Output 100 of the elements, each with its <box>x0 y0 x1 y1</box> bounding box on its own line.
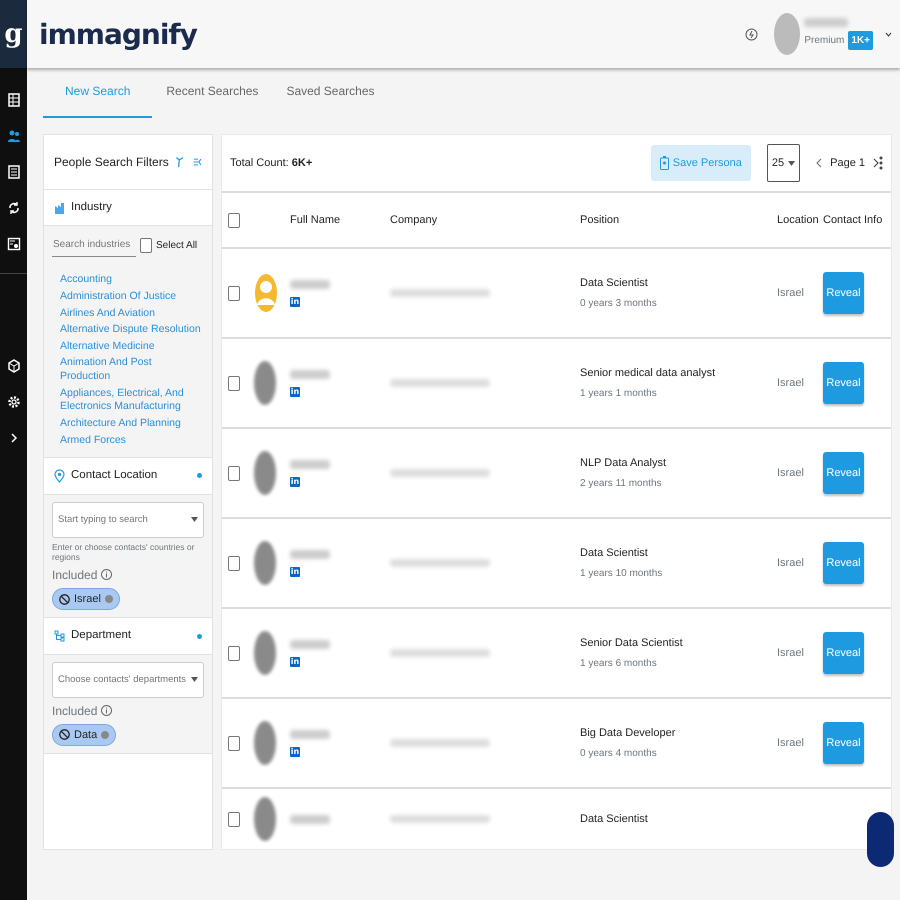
linkedin-icon[interactable]: in <box>290 566 300 576</box>
location-pin-icon <box>54 468 65 483</box>
industry-link[interactable]: Appliances, Electrical, And Electronics Manufacturing <box>52 386 204 414</box>
save-persona-button[interactable]: Save Persona <box>650 145 751 181</box>
linkedin-icon[interactable]: in <box>290 296 300 306</box>
photo-placeholder <box>254 797 276 841</box>
dropdown-field[interactable]: Start typing to search <box>52 502 204 538</box>
hierarchy-icon <box>54 630 65 642</box>
contact-card-icon[interactable] <box>6 237 20 251</box>
tab[interactable]: New Search <box>43 68 152 118</box>
logo: g <box>0 0 27 68</box>
location-text: Israel <box>777 556 805 571</box>
more-icon[interactable] <box>879 156 883 170</box>
people-icon[interactable] <box>6 129 20 143</box>
caret-icon <box>788 160 796 166</box>
sync-icon[interactable] <box>6 201 20 215</box>
row-checkbox[interactable] <box>228 646 240 660</box>
chip-label: Data <box>74 728 98 743</box>
chip-label: Israel <box>74 592 101 607</box>
section-title: Industry <box>71 200 112 215</box>
industry-link[interactable]: Architecture And Planning <box>52 417 204 431</box>
default-avatar-icon <box>254 273 278 313</box>
industry-link[interactable]: Alternative Medicine <box>52 340 204 354</box>
reveal-button[interactable]: Reveal <box>823 362 864 404</box>
photo-placeholder <box>254 631 276 675</box>
filter-chip[interactable]: Israel <box>52 588 120 610</box>
settings-icon[interactable] <box>6 395 20 409</box>
page-label: Page 1 <box>830 156 865 171</box>
plan-label: Premium <box>804 34 844 48</box>
chat-button[interactable] <box>867 812 894 867</box>
collapse-icon[interactable] <box>193 156 202 168</box>
row-checkbox[interactable] <box>228 286 240 300</box>
blurred-name <box>290 370 330 378</box>
table-icon[interactable] <box>6 93 20 107</box>
position-text: Data Scientist <box>580 546 649 562</box>
page-size-select[interactable]: 25 <box>766 144 800 182</box>
chevron-left-icon[interactable] <box>816 158 822 168</box>
dropdown-field[interactable]: Choose contacts' departments <box>52 662 204 698</box>
reveal-button[interactable]: Reveal <box>823 272 864 314</box>
industry-link[interactable]: Administration Of Justice <box>52 290 204 304</box>
hint-text: Enter or choose contacts' countries or regions <box>52 542 196 562</box>
linkedin-icon[interactable]: in <box>290 476 300 486</box>
column-header: Contact Info <box>823 212 884 228</box>
tenure-text: 0 years 3 months <box>580 296 658 311</box>
building-icon <box>54 202 65 214</box>
select-all-checkbox[interactable] <box>228 212 240 228</box>
chevron-right-icon[interactable] <box>873 158 879 168</box>
photo-placeholder <box>254 541 276 585</box>
row-checkbox[interactable] <box>228 556 240 570</box>
linkedin-icon[interactable]: in <box>290 656 300 666</box>
lightning-icon[interactable] <box>745 28 758 40</box>
reveal-button[interactable]: Reveal <box>823 542 864 584</box>
reveal-button[interactable]: Reveal <box>823 452 864 494</box>
blurred-name <box>290 280 330 288</box>
search-field[interactable]: Search industries <box>52 233 136 258</box>
industry-link[interactable]: Alternative Dispute Resolution <box>52 323 204 337</box>
info-icon[interactable] <box>101 705 112 716</box>
column-header: Location <box>777 212 820 228</box>
info-icon[interactable] <box>101 569 112 580</box>
blurred-user-name <box>804 18 848 27</box>
cube-icon[interactable] <box>6 359 20 373</box>
industry-link[interactable]: Animation And Post Production <box>52 356 204 384</box>
block-icon <box>59 729 70 740</box>
location-text: Israel <box>777 286 805 301</box>
blurred-name <box>290 550 330 558</box>
position-text: Big Data Developer <box>580 726 676 742</box>
total-count: Total Count: 6K+ <box>230 156 314 171</box>
row-checkbox[interactable] <box>228 376 240 390</box>
reveal-button[interactable]: Reveal <box>823 722 864 764</box>
photo-placeholder <box>254 361 276 405</box>
tab[interactable]: Saved Searches <box>272 68 388 118</box>
row-checkbox[interactable] <box>228 736 240 750</box>
blurred-name <box>290 460 330 468</box>
position-text: Data Scientist <box>580 812 649 827</box>
row-checkbox[interactable] <box>228 812 240 826</box>
panel-title: People Search Filters <box>54 154 169 171</box>
select-all-checkbox[interactable]: Select All <box>140 238 198 253</box>
brand-logo: immagnify <box>39 18 197 50</box>
position-text: Senior Data Scientist <box>580 636 684 652</box>
tab[interactable]: Recent Searches <box>152 68 272 118</box>
credits-badge: 1K+ <box>848 31 873 50</box>
filter-chip[interactable]: Data <box>52 724 116 746</box>
tenure-text: 1 years 6 months <box>580 656 658 671</box>
industry-link[interactable]: Armed Forces <box>52 434 204 448</box>
linkedin-icon[interactable]: in <box>290 386 300 396</box>
industry-link[interactable]: Airlines And Aviation <box>52 306 204 320</box>
tenure-text: 1 years 10 months <box>580 566 664 581</box>
location-text: Israel <box>777 646 805 661</box>
reveal-button[interactable]: Reveal <box>823 632 864 674</box>
caret-icon <box>191 516 198 522</box>
industry-link[interactable]: Accounting <box>52 273 204 287</box>
caret-icon[interactable] <box>885 32 892 36</box>
section-title: Contact Location <box>71 468 158 484</box>
linkedin-icon[interactable]: in <box>290 746 300 756</box>
section-title: Department <box>71 628 132 644</box>
included-label: Included <box>52 702 98 720</box>
photo-placeholder <box>254 721 276 765</box>
list-icon[interactable] <box>6 165 20 179</box>
position-text: Data Scientist <box>580 276 649 292</box>
row-checkbox[interactable] <box>228 466 240 480</box>
